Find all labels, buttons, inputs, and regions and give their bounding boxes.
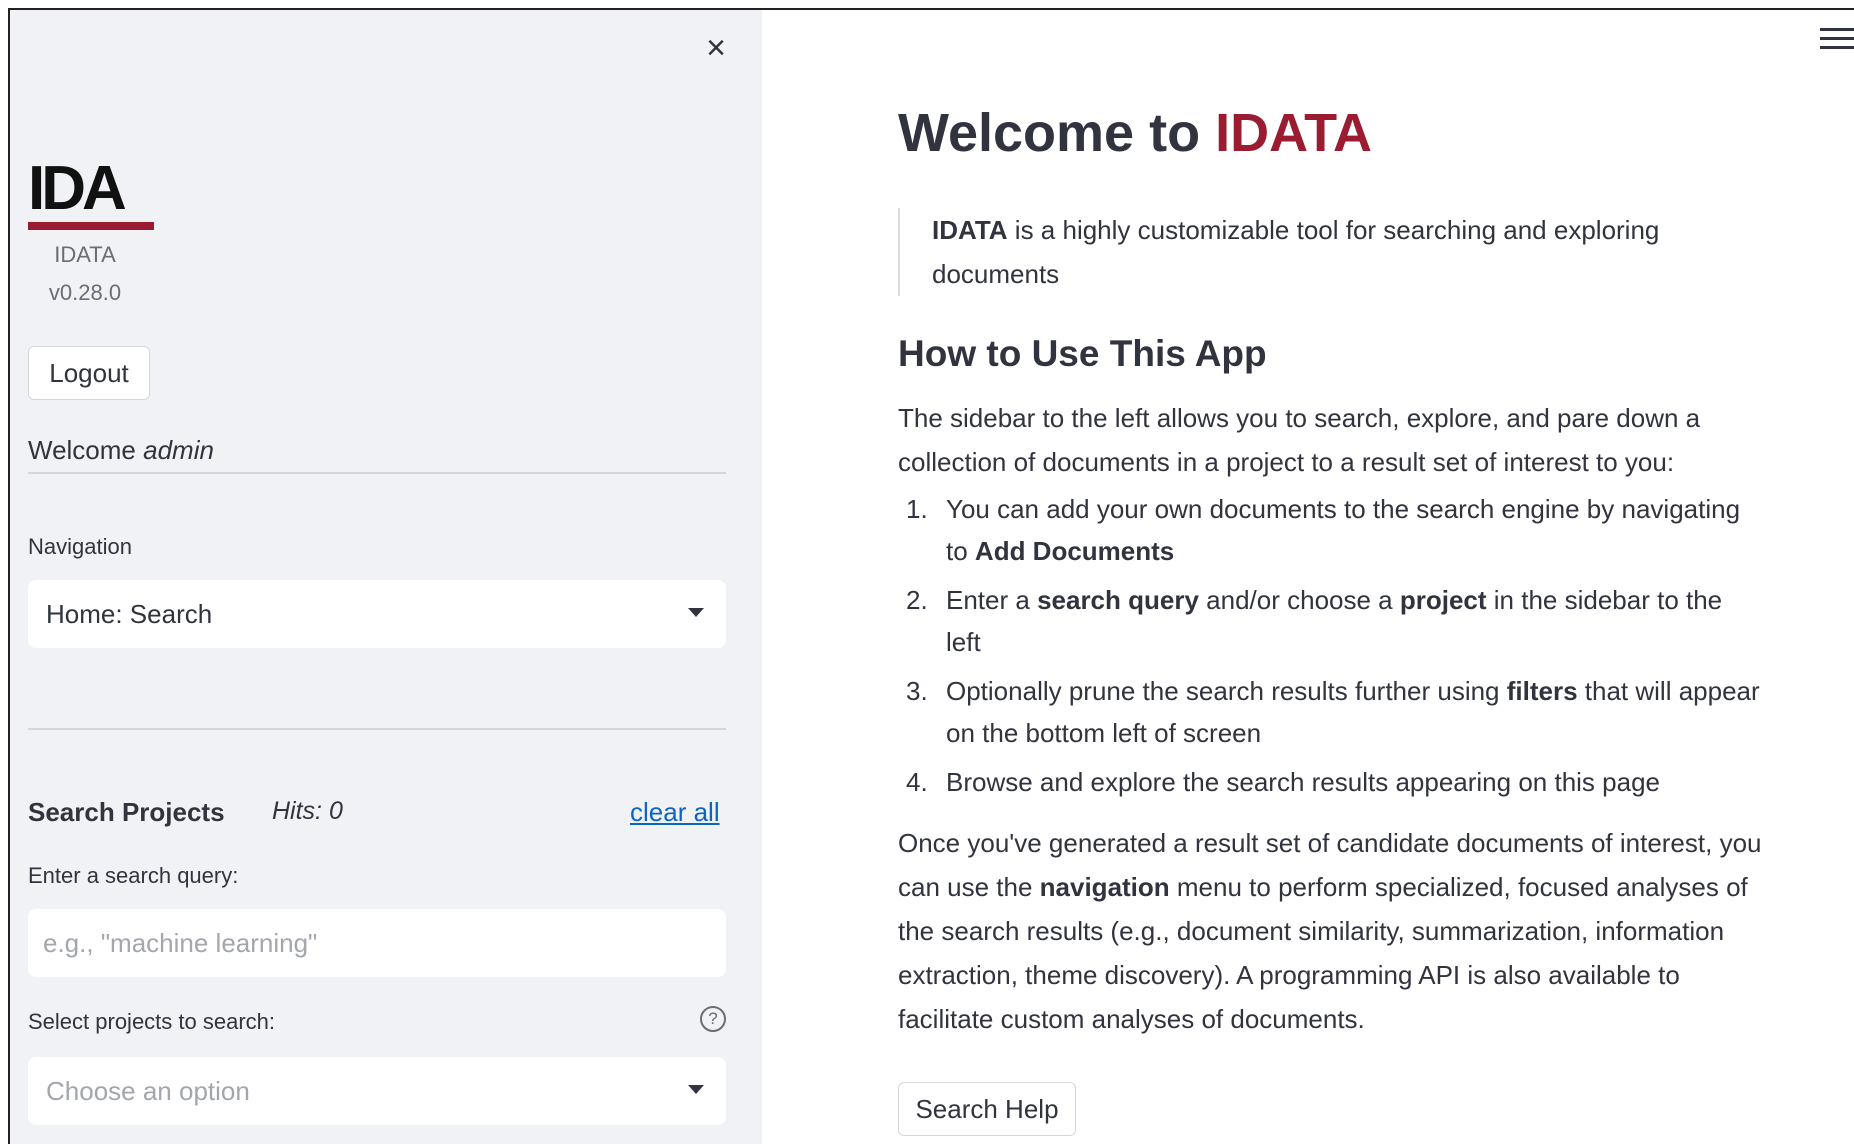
steps-list: 1. You can add your own documents to the… (898, 488, 1764, 803)
question-circle-icon[interactable]: ? (700, 1006, 726, 1032)
step-text: Enter a (946, 585, 1038, 615)
projects-label: Select projects to search: (28, 1009, 276, 1034)
quote-bold: IDATA (932, 215, 1008, 245)
navigation-select[interactable]: Home: Search (28, 580, 726, 648)
welcome-prefix: Welcome (28, 435, 136, 465)
step-text: and/or choose a (1198, 585, 1400, 615)
main-content: Welcome to IDATA IDATA is a highly custo… (762, 10, 1854, 1144)
page-title: Welcome to IDATA (898, 98, 1764, 168)
search-help-button[interactable]: Search Help (898, 1082, 1076, 1136)
app-name: IDATA (54, 242, 116, 267)
hits-count: Hits: 0 (272, 797, 343, 825)
navigation-selected-value: Home: Search (46, 598, 213, 629)
title-prefix: Welcome to (898, 103, 1216, 163)
ida-logo: IDA (28, 154, 154, 230)
query-label: Enter a search query: (28, 863, 239, 888)
list-item: 1. You can add your own documents to the… (898, 488, 1764, 572)
close-sidebar-icon[interactable]: × (698, 30, 734, 66)
hamburger-menu-icon[interactable] (1820, 28, 1854, 58)
caret-down-icon (688, 1085, 704, 1094)
divider (28, 728, 726, 730)
outro-paragraph: Once you've generated a result set of ca… (898, 821, 1764, 1041)
step-text: Optionally prune the search results furt… (946, 676, 1507, 706)
list-item: 2. Enter a search query and/or choose a … (898, 579, 1764, 663)
sidebar: × IDA IDATA v0.28.0 Logout Welcome admin… (10, 10, 762, 1144)
how-to-heading: How to Use This App (898, 333, 1267, 374)
welcome-user-text: Welcome admin (28, 435, 214, 466)
logo-underline (28, 222, 154, 230)
clear-all-link[interactable]: clear all (630, 797, 720, 828)
step-bold: project (1399, 585, 1487, 615)
content-column: Welcome to IDATA IDATA is a highly custo… (898, 98, 1764, 1041)
app-window: × IDA IDATA v0.28.0 Logout Welcome admin… (8, 8, 1854, 1144)
step-bold: Add Documents (974, 536, 1175, 566)
step-number: 1. (906, 494, 928, 524)
logout-button[interactable]: Logout (28, 346, 150, 400)
step-bold: search query (1037, 585, 1199, 615)
search-projects-title: Search Projects (28, 797, 225, 827)
title-accent: IDATA (1215, 103, 1373, 163)
quote-text: is a highly customizable tool for search… (932, 215, 1660, 289)
intro-paragraph: The sidebar to the left allows you to se… (898, 403, 1701, 477)
username: admin (143, 435, 214, 465)
navigation-label: Navigation (28, 534, 132, 559)
intro-blockquote: IDATA is a highly customizable tool for … (898, 208, 1764, 296)
search-input[interactable] (28, 909, 726, 977)
step-number: 4. (906, 767, 928, 797)
list-item: 3. Optionally prune the search results f… (898, 670, 1764, 754)
logo-text: IDA (28, 154, 127, 223)
caret-down-icon (688, 608, 704, 617)
projects-placeholder: Choose an option (46, 1075, 250, 1106)
outro-bold: navigation (1039, 872, 1170, 902)
step-number: 3. (906, 676, 928, 706)
app-version: v0.28.0 (48, 280, 122, 305)
step-text: Browse and explore the search results ap… (946, 767, 1660, 797)
projects-select[interactable]: Choose an option (28, 1057, 726, 1125)
divider (28, 472, 726, 474)
step-bold: filters (1506, 676, 1578, 706)
list-item: 4. Browse and explore the search results… (898, 761, 1764, 803)
step-number: 2. (906, 585, 928, 615)
